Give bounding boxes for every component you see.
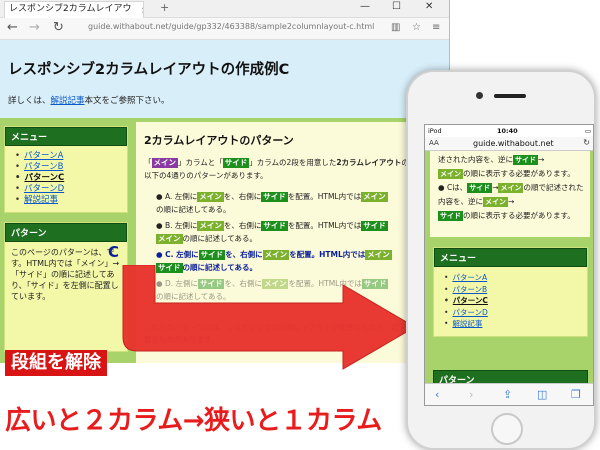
menu-item-pattern-c[interactable]: パターンC <box>15 173 121 184</box>
menu-item-article[interactable]: 解説記事 <box>15 195 121 206</box>
menu-heading: メニュー <box>5 127 127 146</box>
safari-address-bar[interactable]: AA guide.withabout.net ↻ <box>425 137 593 151</box>
side-tag: サイド <box>222 158 250 168</box>
mobile-menu-box: メニュー パターンA パターンB パターンC パターンD 解説記事 <box>433 247 588 337</box>
intro-paragraph: 「メイン」カラムと「サイド」カラムの2段を用意した2カラムレイアウトの場合は、以… <box>144 156 444 182</box>
mobile-menu-item-pattern-c[interactable]: パターンC <box>444 295 581 307</box>
overlay-caption: 広いと２カラム→狭いと１カラム <box>5 406 382 436</box>
refresh-icon[interactable]: ↻ <box>53 20 64 35</box>
new-tab-button[interactable]: + <box>160 1 169 14</box>
maximize-icon[interactable]: ☐ <box>392 1 401 12</box>
title-bar: レスポンシブ2カラムレイアウ × + — ☐ ✕ <box>0 0 449 18</box>
page-header: レスポンシブ2カラムレイアウトの作成例C 詳しくは、解説記事本文をご参照下さい。 <box>0 40 449 118</box>
sidebar: メニュー パターンA パターンB パターンC パターンD 解説記事 パターン こ… <box>4 126 128 363</box>
tabs-icon[interactable]: ❐ <box>571 388 581 401</box>
mobile-page: 述された内容を、逆に サイド → メイン の順に表示する必要があります。 ● Cは、 サイド… <box>425 151 593 389</box>
status-time: 10:40 <box>497 127 518 135</box>
intro-text: 「 <box>144 158 152 167</box>
bookmarks-icon[interactable]: ◫ <box>537 388 547 401</box>
mobile-menu-item-pattern-b[interactable]: パターンB <box>444 284 581 296</box>
back-icon[interactable]: ← <box>7 20 18 35</box>
tab-title: レスポンシブ2カラムレイアウ <box>9 4 132 14</box>
page-title: レスポンシブ2カラムレイアウトの作成例C <box>8 62 290 78</box>
camera-icon <box>476 92 483 99</box>
favorite-star-icon[interactable]: ☆ <box>412 22 421 33</box>
transition-arrow <box>122 265 416 370</box>
safari-forward-icon[interactable]: › <box>469 388 473 401</box>
reload-icon[interactable]: ↻ <box>583 138 590 147</box>
subtitle-suffix: 本文をご参照下さい。 <box>84 96 170 106</box>
minimize-icon[interactable]: — <box>360 1 370 12</box>
phone-screen: iPod 10:40 ▭ AA guide.withabout.net ↻ 述さ… <box>424 124 594 406</box>
speaker-grille <box>494 94 526 98</box>
battery-icon: ▭ <box>584 127 591 135</box>
intro-bold: 2カラムレイアウト <box>336 158 402 167</box>
safari-back-icon[interactable]: ‹ <box>435 388 439 401</box>
menu-item-pattern-b[interactable]: パターンB <box>15 162 121 173</box>
overlay-badge: 段組を解除 <box>5 350 107 376</box>
article-link[interactable]: 解説記事 <box>51 96 85 106</box>
main-tag: メイン <box>151 158 178 168</box>
share-icon[interactable]: ⇪ <box>503 388 512 401</box>
safari-toolbar: ‹ › ⇪ ◫ ❐ <box>425 383 593 405</box>
browser-tab[interactable]: レスポンシブ2カラムレイアウ × <box>4 1 144 18</box>
hub-icon[interactable]: ≡ <box>432 22 440 33</box>
close-tab-icon[interactable]: × <box>141 4 143 18</box>
mobile-text: 述された内容を、逆に サイド → メイン の順に表示する必要があります。 ● Cは、 サイド… <box>438 155 584 221</box>
mobile-menu-heading: メニュー <box>434 248 587 267</box>
pattern-heading: パターン <box>5 223 127 242</box>
url-field[interactable]: guide.withabout.net/guide/gp332/463388/s… <box>88 22 374 31</box>
close-window-icon[interactable]: ✕ <box>425 1 433 12</box>
pattern-text: このページのパターンは、です。HTML内では「メイン」→「サイド」の順に記述して… <box>11 248 120 301</box>
mobile-menu-item-article[interactable]: 解説記事 <box>444 318 581 330</box>
safari-url[interactable]: guide.withabout.net <box>473 139 554 148</box>
mobile-menu-item-pattern-d[interactable]: パターンD <box>444 307 581 319</box>
status-bar: iPod 10:40 ▭ <box>425 125 593 137</box>
text-size-button[interactable]: AA <box>429 139 439 147</box>
page-subtitle: 詳しくは、解説記事本文をご参照下さい。 <box>8 94 170 106</box>
reading-view-icon[interactable]: ▥ <box>391 22 400 33</box>
intro-text: 」カラムの2段を用意した <box>249 158 337 167</box>
smartphone: iPod 10:40 ▭ AA guide.withabout.net ↻ 述さ… <box>400 70 600 450</box>
menu-item-pattern-d[interactable]: パターンD <box>15 184 121 195</box>
menu-box: メニュー パターンA パターンB パターンC パターンD 解説記事 <box>4 126 128 213</box>
mobile-content-card: 述された内容を、逆に サイド → メイン の順に表示する必要があります。 ● Cは、 サイド… <box>430 151 590 237</box>
pattern-letter: C <box>108 243 120 261</box>
mobile-menu-item-pattern-a[interactable]: パターンA <box>444 272 581 284</box>
carrier-label: iPod <box>428 127 442 135</box>
phone-body: iPod 10:40 ▭ AA guide.withabout.net ↻ 述さ… <box>406 70 596 450</box>
subtitle-prefix: 詳しくは、 <box>8 96 51 106</box>
pattern-box: パターン このページのパターンは、です。HTML内では「メイン」→「サイド」の順… <box>4 222 128 352</box>
forward-icon[interactable]: → <box>29 20 40 35</box>
arrow-shape <box>122 265 416 370</box>
address-bar: ← → ↻ guide.withabout.net/guide/gp332/46… <box>0 18 449 40</box>
intro-text: 」カラムと「 <box>178 158 223 167</box>
home-button[interactable] <box>491 413 523 445</box>
menu-item-pattern-a[interactable]: パターンA <box>15 151 121 162</box>
main-heading: 2カラムレイアウトのパターン <box>144 134 294 147</box>
